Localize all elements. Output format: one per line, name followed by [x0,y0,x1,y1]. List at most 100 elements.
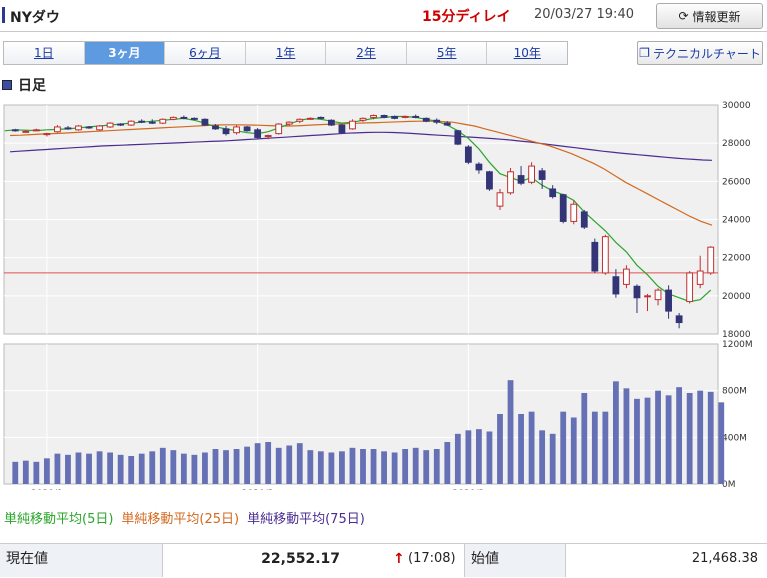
volume-tick-label: 800M [722,387,747,397]
candle-body [75,125,82,131]
volume-bar [180,453,187,484]
candle-body [538,170,546,180]
candle-body [612,276,620,295]
volume-bar [317,451,324,484]
candle-body [654,289,662,301]
candle-body [43,133,51,136]
volume-bar [138,453,145,484]
candle-body [391,115,399,119]
legend-ma75: 単純移動平均(75日) [247,512,365,527]
tab-5y[interactable]: 5年 [406,42,488,64]
candle-body [464,146,472,163]
candle-body [222,128,230,135]
volume-bar [275,447,282,484]
candle-body [633,285,641,299]
volume-bar [360,449,366,484]
price-tick-label: 20000 [722,292,751,302]
candle-body [180,116,188,119]
candle-body [433,119,441,123]
candle-body [528,165,535,183]
volume-bar [644,397,651,484]
tab-2y[interactable]: 2年 [326,42,407,64]
volume-bar [402,449,409,484]
volume-bar [12,461,19,484]
candle-body [54,126,61,133]
candle-body [317,116,325,119]
volume-bar [665,395,672,484]
candle-body [580,211,588,228]
price-tick-label: 18000 [722,330,751,340]
refresh-button[interactable]: ⟳ 情報更新 [656,3,763,29]
candle-body [370,114,377,118]
volume-bar [476,429,482,484]
tab-3m[interactable]: 3ヶ月 [84,42,166,64]
candle-body [285,121,293,125]
volume-bar [339,451,345,484]
candle-body [623,268,630,285]
open-price-label: 始値 [464,544,566,577]
candle-body [243,126,251,132]
candle-body [169,116,177,120]
quote-row: 現在値 22,552.17 ↑ (17:08) 始値 21,468.38 [0,543,767,578]
volume-bar [370,449,377,484]
volume-bar [707,391,714,484]
candle-body [601,236,609,274]
volume-bar [697,390,704,484]
window-icon: ❐ [639,46,650,60]
section-label: 日足 [18,78,46,94]
candle-body [349,120,356,130]
tab-6m[interactable]: 6ヶ月 [165,42,246,64]
candle-body [359,117,367,121]
candle-body [64,127,72,130]
candle-body [338,124,346,134]
volume-bar [254,443,261,484]
volume-tick-label: 1200M [722,340,753,350]
tab-1d[interactable]: 1日 [4,42,85,64]
volume-bar [265,442,272,484]
volume-bar [117,454,124,484]
volume-bar [149,451,156,484]
volume-bar [54,453,61,484]
volume-bar [581,393,588,484]
volume-bar [233,449,240,484]
volume-bar [539,430,546,484]
volume-bar [296,443,303,484]
volume-bar [655,390,661,484]
candle-body [117,123,125,126]
candle-body [96,125,103,131]
volume-bar [528,411,535,484]
technical-chart-button[interactable]: ❐ テクニカルチャート [637,41,763,65]
volume-bar [202,452,208,484]
candle-body [85,126,93,129]
volume-bar [412,447,419,484]
candle-body [233,126,240,134]
candle-body [443,122,451,126]
volume-bar [128,456,135,484]
volume-bar [634,398,640,484]
candle-body [191,117,198,120]
volume-bar [454,433,461,484]
current-price-time: (17:08) [408,551,456,566]
candle-body [454,130,462,145]
volume-bar [22,460,29,484]
price-tick-label: 22000 [722,254,751,264]
candle-body [127,120,135,126]
volume-bar [507,380,514,484]
technical-chart-label: テクニカルチャート [652,46,761,61]
volume-bar [223,450,229,484]
price-chart: 30000 28000 26000 24000 22000 20000 180001200M… [3,101,753,490]
candle-body [644,295,651,298]
volume-bar [212,449,219,484]
volume-bar [549,433,556,484]
candle-body [401,115,409,118]
period-tabs: 1日 3ヶ月 6ヶ月 1年 2年 5年 10年 [3,41,568,65]
candle-body [22,130,30,133]
volume-bar [381,451,387,484]
top-bar: NYダウ 15分ディレイ 20/03/27 19:40 ⟳ 情報更新 [0,0,767,32]
candle-body [11,129,19,132]
tab-1y[interactable]: 1年 [245,42,327,64]
volume-bar [444,442,451,484]
candle-body [306,117,314,120]
volume-bar [65,454,71,484]
tab-10y[interactable]: 10年 [487,42,568,64]
